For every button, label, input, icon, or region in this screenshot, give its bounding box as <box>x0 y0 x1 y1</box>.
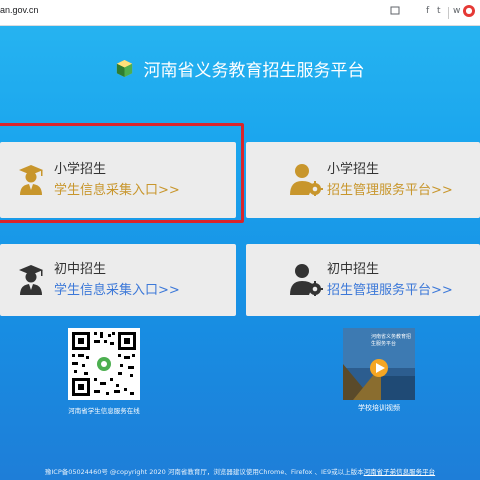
card-primary-admin[interactable]: 小学招生 招生管理服务平台>> <box>246 142 480 218</box>
weibo-icon[interactable]: w <box>453 6 460 16</box>
student-info-entry-link[interactable]: 学生信息采集入口>> <box>54 179 180 198</box>
card-category: 小学招生 <box>327 162 380 177</box>
footer: 豫ICP备05024460号 @copyright 2020 河南省教育厅，浏览… <box>0 466 480 476</box>
student-icon <box>19 165 43 195</box>
admin-gear-icon <box>290 164 323 196</box>
twitter-icon[interactable]: t <box>437 6 441 16</box>
card-category: 小学招生 <box>54 162 107 177</box>
card-category: 初中招生 <box>54 262 107 277</box>
toolbar-separator <box>448 7 449 19</box>
share-icon[interactable] <box>390 6 400 19</box>
video-caption: 学校培训视频 <box>358 404 400 412</box>
training-video-thumbnail[interactable]: 河南省义务教育招生服务平台 <box>343 328 415 400</box>
platform-logo-icon <box>117 59 133 78</box>
browser-toolbar: an.gov.cn f t w ● <box>0 0 480 26</box>
footer-text: 豫ICP备05024460号 @copyright 2020 河南省教育厅，浏览… <box>44 468 364 476</box>
address-bar[interactable]: an.gov.cn <box>0 5 38 15</box>
admin-service-link[interactable]: 招生管理服务平台>> <box>327 179 453 198</box>
facebook-icon[interactable]: f <box>426 6 429 16</box>
card-middle-admin[interactable]: 初中招生 招生管理服务平台>> <box>246 244 480 316</box>
student-info-entry-link[interactable]: 学生信息采集入口>> <box>54 279 180 298</box>
card-primary-student[interactable]: 小学招生 学生信息采集入口>> <box>0 142 236 218</box>
page-header: 河南省义务教育招生服务平台 <box>0 56 480 81</box>
card-middle-student[interactable]: 初中招生 学生信息采集入口>> <box>0 244 236 316</box>
admin-service-link[interactable]: 招生管理服务平台>> <box>327 279 453 298</box>
page-background: 河南省义务教育招生服务平台 小学招生 学生信息采集入口>> 小学招生 招生管理服… <box>0 26 480 480</box>
qr-caption: 河南省学生信息服务在线 <box>68 407 140 415</box>
page-title: 河南省义务教育招生服务平台 <box>143 61 365 81</box>
footer-link[interactable]: 河南省子弟信息服务平台 <box>364 468 436 476</box>
qr-code <box>68 328 140 400</box>
admin-gear-icon <box>290 264 323 296</box>
card-category: 初中招生 <box>327 262 380 277</box>
video-cover-title: 河南省义务教育招生服务平台 <box>371 334 412 347</box>
extension-icon[interactable]: ● <box>463 5 475 17</box>
student-icon <box>19 265 43 295</box>
